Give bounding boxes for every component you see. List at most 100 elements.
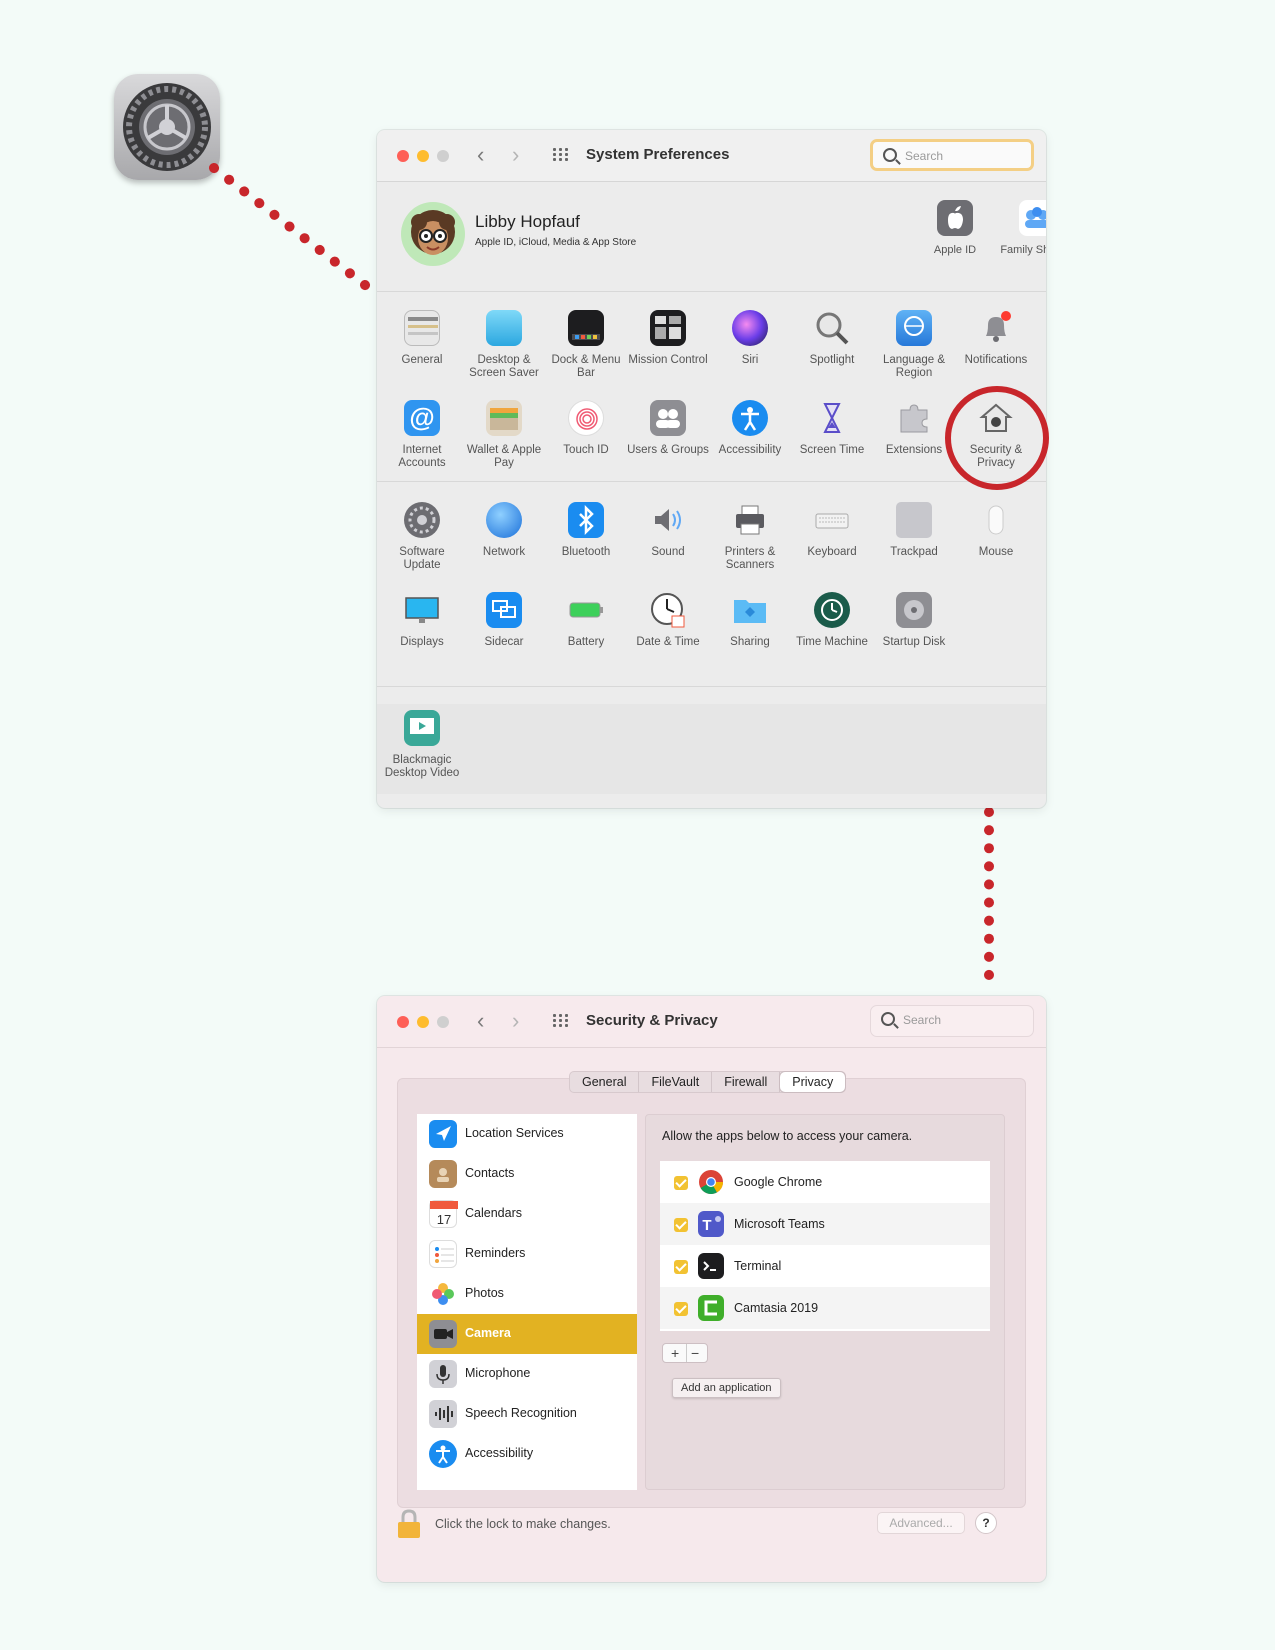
dock-icon [568, 310, 604, 346]
app-row-camtasia[interactable]: Camtasia 2019 [660, 1287, 990, 1329]
forward-chevron-icon[interactable]: › [512, 143, 519, 167]
minimize-button[interactable] [417, 1016, 429, 1028]
pref-bluetooth[interactable]: Bluetooth [545, 502, 627, 559]
pref-sidecar[interactable]: Sidecar [463, 592, 545, 649]
pref-siri[interactable]: Siri [709, 310, 791, 367]
back-chevron-icon[interactable]: ‹ [477, 143, 484, 167]
pref-family-sharing[interactable]: Family Sharing [999, 200, 1046, 257]
pref-spotlight[interactable]: Spotlight [791, 310, 873, 367]
label: Network [482, 546, 526, 558]
window-title: Security & Privacy [586, 1012, 718, 1029]
pref-sharing[interactable]: Sharing [709, 592, 791, 649]
sidebar-item-calendars[interactable]: 17 Calendars [417, 1194, 637, 1234]
pref-accessibility[interactable]: Accessibility [709, 400, 791, 457]
avatar[interactable] [401, 202, 465, 266]
pref-trackpad[interactable]: Trackpad [873, 502, 955, 559]
forward-chevron-icon[interactable]: › [512, 1009, 519, 1033]
back-chevron-icon[interactable]: ‹ [477, 1009, 484, 1033]
pref-extensions[interactable]: Extensions [873, 400, 955, 457]
advanced-button[interactable]: Advanced... [877, 1512, 965, 1534]
label: Touch ID [563, 444, 609, 456]
search-input[interactable]: Search [870, 139, 1034, 171]
tab-privacy[interactable]: Privacy [780, 1072, 846, 1092]
add-button[interactable]: + [671, 1344, 679, 1362]
close-button[interactable] [397, 1016, 409, 1028]
tab-firewall[interactable]: Firewall [712, 1072, 781, 1092]
app-row-teams[interactable]: T Microsoft Teams [660, 1203, 990, 1245]
label: Screen Time [799, 444, 865, 456]
pref-dock[interactable]: Dock & Menu Bar [545, 310, 627, 380]
keyboard-icon [814, 502, 850, 538]
close-button[interactable] [397, 150, 409, 162]
pref-displays[interactable]: Displays [381, 592, 463, 649]
pref-mouse[interactable]: Mouse [955, 502, 1037, 559]
label: Software Update [399, 546, 445, 571]
label: Dock & Menu Bar [551, 354, 621, 379]
speaker-icon [650, 502, 686, 538]
label: Date & Time [636, 636, 700, 648]
pref-printers[interactable]: Printers & Scanners [709, 502, 791, 572]
app-row-chrome[interactable]: Google Chrome [660, 1161, 990, 1203]
help-button[interactable]: ? [975, 1512, 997, 1534]
sidebar-item-label: Location Services [465, 1126, 564, 1140]
show-all-grid-icon[interactable] [553, 148, 571, 162]
pref-keyboard[interactable]: Keyboard [791, 502, 873, 559]
checkbox[interactable] [674, 1260, 688, 1274]
sidebar-item-location[interactable]: Location Services [417, 1114, 637, 1154]
zoom-button[interactable] [437, 150, 449, 162]
sidebar-item-label: Camera [465, 1326, 511, 1340]
pref-startup-disk[interactable]: Startup Disk [873, 592, 955, 649]
pref-notifications[interactable]: Notifications [955, 310, 1037, 367]
pref-general[interactable]: General [381, 310, 463, 367]
pref-time-machine[interactable]: Time Machine [791, 592, 873, 649]
at-icon: @ [404, 400, 440, 436]
search-input[interactable]: Search [870, 1005, 1034, 1037]
sidebar-item-reminders[interactable]: Reminders [417, 1234, 637, 1274]
clock-icon [650, 592, 686, 628]
label: Time Machine [796, 636, 868, 648]
tab-general[interactable]: General [570, 1072, 640, 1092]
tooltip: Add an application [672, 1378, 781, 1398]
label: Mission Control [628, 354, 708, 366]
sidebar-item-contacts[interactable]: Contacts [417, 1154, 637, 1194]
teams-icon: T [698, 1211, 724, 1237]
pref-users[interactable]: Users & Groups [627, 400, 709, 457]
sidebar-item-speech[interactable]: Speech Recognition [417, 1394, 637, 1434]
pref-blackmagic[interactable]: Blackmagic Desktop Video [381, 710, 463, 780]
show-all-grid-icon[interactable] [553, 1014, 571, 1028]
sidebar-item-label: Contacts [465, 1166, 515, 1180]
pref-screen-time[interactable]: Screen Time [791, 400, 873, 457]
camera-access-panel: Allow the apps below to access your came… [645, 1114, 1005, 1490]
minimize-button[interactable] [417, 150, 429, 162]
checkbox[interactable] [674, 1176, 688, 1190]
sidebar-item-photos[interactable]: Photos [417, 1274, 637, 1314]
app-row-terminal[interactable]: Terminal [660, 1245, 990, 1287]
checkbox[interactable] [674, 1218, 688, 1232]
sidebar-item-camera[interactable]: Camera [417, 1314, 637, 1354]
pref-software-update[interactable]: Software Update [381, 502, 463, 572]
pref-wallet[interactable]: Wallet & Apple Pay [463, 400, 545, 470]
tab-filevault[interactable]: FileVault [639, 1072, 713, 1092]
pref-touch-id[interactable]: Touch ID [545, 400, 627, 457]
pref-battery[interactable]: Battery [545, 592, 627, 649]
globe-icon [486, 502, 522, 538]
sidebar-item-label: Accessibility [465, 1446, 534, 1460]
zoom-button[interactable] [437, 1016, 449, 1028]
search-icon [883, 148, 897, 162]
pref-apple-id[interactable]: Apple ID [917, 200, 993, 257]
label: Spotlight [809, 354, 855, 366]
remove-button[interactable]: − [691, 1344, 699, 1362]
pref-sound[interactable]: Sound [627, 502, 709, 559]
pref-language[interactable]: Language & Region [873, 310, 955, 380]
divider [377, 481, 1046, 482]
pref-date-time[interactable]: Date & Time [627, 592, 709, 649]
pref-network[interactable]: Network [463, 502, 545, 559]
pref-desktop[interactable]: Desktop & Screen Saver [463, 310, 545, 380]
checkbox[interactable] [674, 1302, 688, 1316]
sidebar-item-microphone[interactable]: Microphone [417, 1354, 637, 1394]
sidebar-item-accessibility[interactable]: Accessibility [417, 1434, 637, 1474]
pref-internet-accounts[interactable]: @ Internet Accounts [381, 400, 463, 470]
app-list: Google Chrome T Microsoft Teams Terminal… [660, 1161, 990, 1331]
pref-mission-control[interactable]: Mission Control [627, 310, 709, 367]
lock-icon[interactable] [395, 1508, 423, 1540]
